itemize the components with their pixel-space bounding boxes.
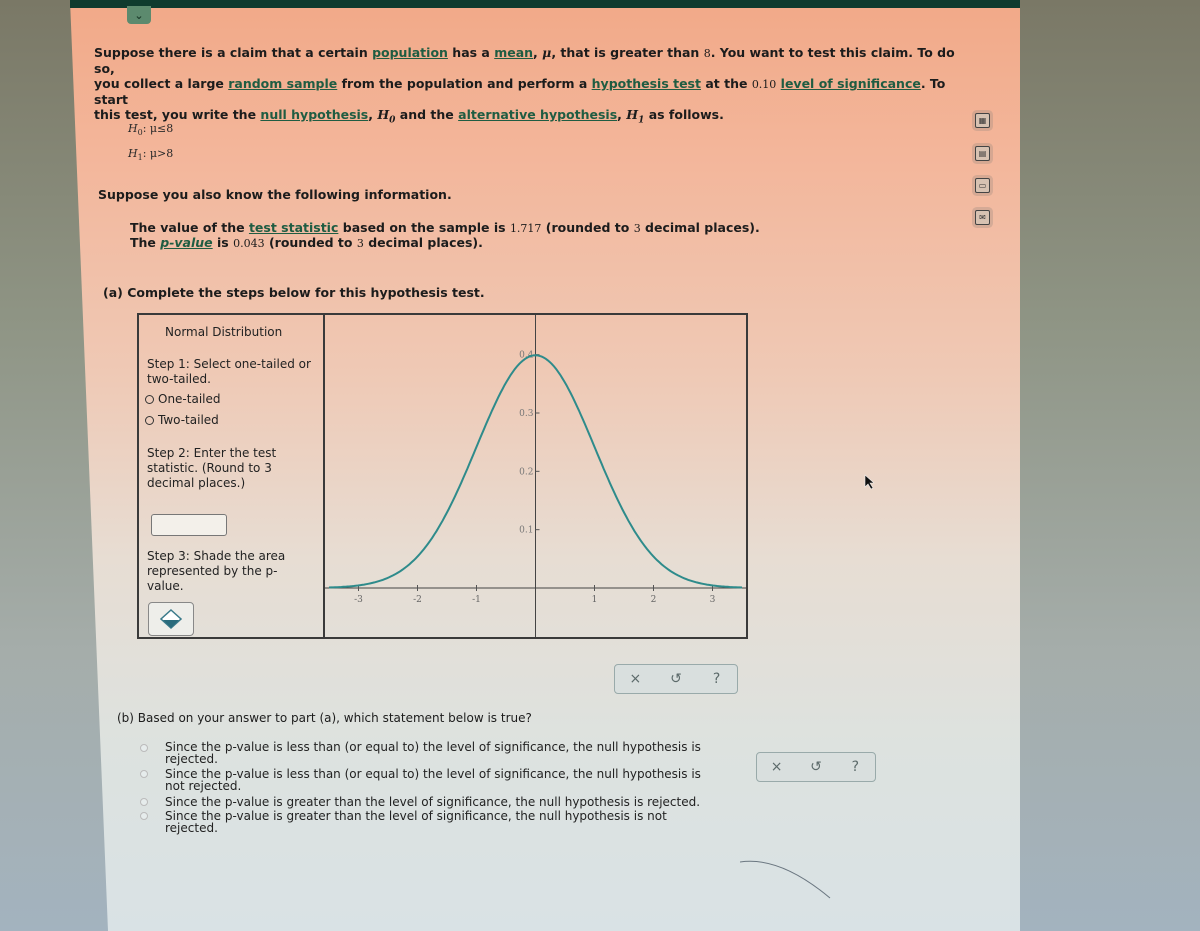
collapse-toggle[interactable]: ⌄ bbox=[127, 6, 151, 24]
help-icon[interactable]: ? bbox=[842, 759, 868, 775]
part-a-action-bar: × ↺ ? bbox=[614, 664, 738, 694]
link-alternative-hypothesis[interactable]: alternative hypothesis bbox=[458, 107, 617, 122]
link-test-statistic[interactable]: test statistic bbox=[249, 220, 338, 235]
y-tick-label: 0.2 bbox=[519, 467, 533, 477]
alternative-hypothesis: H1: μ>8 bbox=[128, 147, 174, 163]
part-b-prompt: (b) Based on your answer to part (a), wh… bbox=[117, 711, 532, 725]
info-heading: Suppose you also know the following info… bbox=[98, 187, 452, 202]
shade-area-button[interactable] bbox=[148, 602, 194, 636]
option-2[interactable]: Since the p-value is less than (or equal… bbox=[165, 768, 745, 792]
chevron-down-icon: ⌄ bbox=[134, 8, 144, 22]
normal-curve-plot[interactable]: -3 -2 -1 1 2 3 0.1 0.2 0.3 0.4 bbox=[325, 315, 746, 637]
x-tick-label: -3 bbox=[354, 595, 363, 605]
clear-icon[interactable]: × bbox=[764, 759, 790, 775]
calculator-icon[interactable]: ▦ bbox=[975, 113, 990, 128]
chart-svg[interactable]: -3 -2 -1 1 2 30.10.20.30.4 bbox=[325, 315, 746, 637]
mouse-cursor-icon bbox=[864, 474, 875, 490]
x-tick-label: -2 bbox=[413, 595, 422, 605]
table-icon[interactable]: ▤ bbox=[975, 146, 990, 161]
radio-circle-icon[interactable] bbox=[145, 394, 154, 404]
link-p-value[interactable]: p-value bbox=[160, 235, 212, 250]
link-random-sample[interactable]: random sample bbox=[228, 76, 337, 91]
link-population[interactable]: population bbox=[372, 45, 448, 60]
link-mean[interactable]: mean bbox=[494, 45, 533, 60]
undo-icon[interactable]: ↺ bbox=[803, 759, 829, 775]
screen-smudge bbox=[740, 860, 831, 899]
mail-icon[interactable]: ✉ bbox=[975, 210, 990, 225]
top-bar bbox=[70, 0, 1020, 8]
step2-label: Step 2: Enter the test statistic. (Round… bbox=[147, 446, 277, 490]
step3-label: Step 3: Shade the area represented by th… bbox=[147, 549, 286, 593]
test-statistic-input[interactable] bbox=[151, 514, 227, 536]
tool-title: Normal Distribution bbox=[165, 325, 283, 339]
undo-icon[interactable]: ↺ bbox=[663, 671, 689, 687]
problem-statement: Suppose there is a claim that a certain … bbox=[94, 45, 955, 126]
shade-tool-icon bbox=[160, 609, 182, 629]
radio-circle-icon[interactable] bbox=[145, 415, 154, 425]
normal-distribution-tool: Normal Distribution Step 1: Select one-t… bbox=[137, 313, 748, 639]
test-statistic-info: The value of the test statistic based on… bbox=[130, 220, 760, 235]
x-tick-label: -1 bbox=[472, 595, 481, 605]
x-tick-label: 1 bbox=[592, 595, 598, 605]
option-3[interactable]: Since the p-value is greater than the le… bbox=[165, 796, 745, 808]
option-4-radio[interactable] bbox=[140, 812, 148, 820]
step1-label: Step 1: Select one-tailed or two-tailed. bbox=[147, 357, 311, 386]
radio-two-tailed[interactable]: Two-tailed bbox=[145, 413, 219, 427]
option-1[interactable]: Since the p-value is less than (or equal… bbox=[165, 741, 745, 765]
option-2-radio[interactable] bbox=[140, 770, 148, 778]
clear-icon[interactable]: × bbox=[622, 671, 648, 687]
option-1-radio[interactable] bbox=[140, 744, 148, 752]
chart-icon[interactable]: ▭ bbox=[975, 178, 990, 193]
link-null-hypothesis[interactable]: null hypothesis bbox=[260, 107, 368, 122]
part-b-action-bar: × ↺ ? bbox=[756, 752, 876, 782]
part-a-prompt: (a) Complete the steps below for this hy… bbox=[103, 285, 485, 300]
y-tick-label: 0.3 bbox=[519, 409, 534, 419]
steps-panel: Normal Distribution Step 1: Select one-t… bbox=[139, 315, 325, 637]
link-hypothesis-test[interactable]: hypothesis test bbox=[592, 76, 701, 91]
option-3-radio[interactable] bbox=[140, 798, 148, 806]
link-level-of-significance[interactable]: level of significance bbox=[781, 76, 921, 91]
x-tick-label: 2 bbox=[651, 595, 657, 605]
y-tick-label: 0.1 bbox=[519, 526, 533, 536]
p-value-info: The p-value is 0.043 (rounded to 3 decim… bbox=[130, 235, 483, 250]
x-tick-label: 3 bbox=[710, 595, 716, 605]
option-4[interactable]: Since the p-value is greater than the le… bbox=[165, 810, 745, 834]
help-icon[interactable]: ? bbox=[704, 671, 730, 687]
radio-one-tailed[interactable]: One-tailed bbox=[145, 392, 221, 406]
null-hypothesis: H0: μ≤8 bbox=[128, 122, 174, 138]
